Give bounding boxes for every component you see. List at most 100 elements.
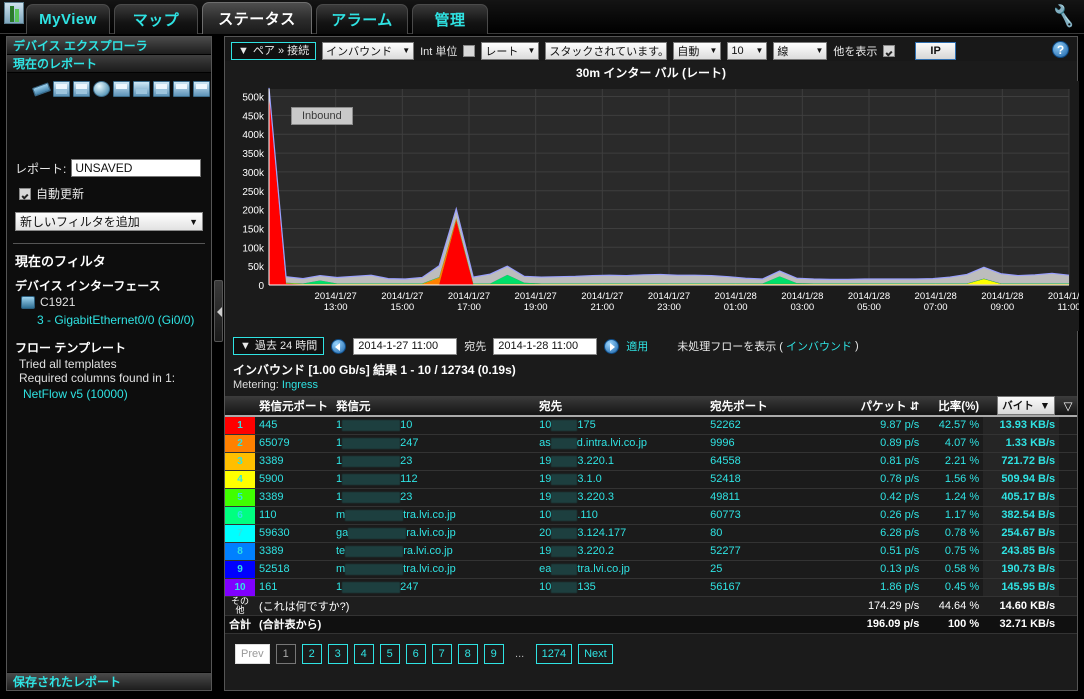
int-units-checkbox[interactable] xyxy=(463,44,476,57)
tab-map[interactable]: マップ xyxy=(114,4,198,34)
report-icon[interactable] xyxy=(153,81,170,97)
cell-dst-port[interactable]: 64558 xyxy=(706,452,843,471)
cell-src-port[interactable]: 445 xyxy=(255,416,332,435)
direction-select[interactable]: インバウンド ▼ xyxy=(322,41,415,60)
print-icon[interactable] xyxy=(113,81,130,97)
linetype-select[interactable]: 線 ▼ xyxy=(773,41,828,60)
cell-src[interactable]: m tra.lvi.co.jp xyxy=(332,506,536,525)
pagination-page-5[interactable]: 5 xyxy=(379,643,400,664)
interface-link[interactable]: 3 - GigabitEthernet0/0 (Gi0/0) xyxy=(37,313,194,327)
cell-src-port[interactable]: 110 xyxy=(255,506,332,525)
cell-dst-port[interactable]: 60773 xyxy=(706,506,843,525)
cell-dst-port[interactable]: 9996 xyxy=(706,434,843,453)
cell-src[interactable]: ga ra.lvi.co.jp xyxy=(332,524,536,543)
pagination-page-9[interactable]: 9 xyxy=(483,643,504,664)
traffic-chart[interactable]: Inbound 0 50k 100k 150k 200k 250k 300k 350k 400k… xyxy=(225,81,1084,331)
cell-dst-port[interactable]: 52418 xyxy=(706,470,843,489)
cell-dst[interactable]: 19 3.220.2 xyxy=(535,542,707,561)
pagination-page-1[interactable]: 1 xyxy=(275,643,296,664)
col-packets[interactable]: パケット ⇵ xyxy=(842,396,924,417)
table-row[interactable]: 2 65079 1 247 as d.intra.lvi.co.jp 9996 0.89 p/… xyxy=(225,434,1077,453)
cell-src[interactable]: m tra.lvi.co.jp xyxy=(332,560,536,579)
auto-select[interactable]: 自動 ▼ xyxy=(673,41,722,60)
col-dst[interactable]: 宛先 xyxy=(535,396,707,417)
table-row[interactable]: 8 3389 te ra.lvi.co.jp 19 3.220.2 52277 0.51 p/… xyxy=(225,542,1077,561)
autorefresh-checkbox[interactable] xyxy=(19,187,31,200)
cell-src[interactable]: 1 23 xyxy=(332,488,536,507)
table-row[interactable]: 3 3389 1 23 19 3.220.1 64558 0.81 p/s 2.21 % 721.… xyxy=(225,452,1077,471)
table-row[interactable]: 10 161 1 247 10 135 56167 1.86 p/s 0.45 % 145.95 … xyxy=(225,578,1077,597)
cell-src-port[interactable]: 5900 xyxy=(255,470,332,489)
table-row[interactable]: 5 3389 1 23 19 3.220.3 49811 0.42 p/s 1.24 % 405.… xyxy=(225,488,1077,507)
prev-arrow-icon[interactable] xyxy=(331,338,347,354)
save-as-icon[interactable] xyxy=(73,81,90,97)
start-date-input[interactable] xyxy=(353,337,458,355)
table-row[interactable]: 7 59630 ga ra.lvi.co.jp 20 3.124.177 80 6.28 p/… xyxy=(225,524,1077,543)
cell-dst[interactable]: 19 3.220.3 xyxy=(535,488,707,507)
table-row[interactable]: 1 445 1 10 10 175 52262 9.87 p/s 42.57 % 13.93 KB… xyxy=(225,416,1077,435)
report-name-input[interactable] xyxy=(71,159,202,177)
show-other-checkbox[interactable] xyxy=(883,44,896,57)
saved-reports-header[interactable]: 保存されたレポート xyxy=(7,672,211,690)
cell-dst-port[interactable]: 52277 xyxy=(706,542,843,561)
cell-dst[interactable]: 19 3.220.1 xyxy=(535,452,707,471)
pdf-icon[interactable] xyxy=(193,81,210,97)
cell-dst-port[interactable]: 52262 xyxy=(706,416,843,435)
cell-src[interactable]: 1 112 xyxy=(332,470,536,489)
col-src-port[interactable]: 発信元ポート xyxy=(255,396,332,417)
apply-button[interactable]: 適用 xyxy=(626,338,648,354)
col-src[interactable]: 発信元 xyxy=(332,396,536,417)
cell-dst[interactable]: 10.110 xyxy=(535,506,707,525)
time-range-button[interactable]: ▼ 過去 24 時間 xyxy=(233,337,325,355)
pagination-page-4[interactable]: 4 xyxy=(353,643,374,664)
cell-dst-port[interactable]: 49811 xyxy=(706,488,843,507)
cell-src-port[interactable]: 52518 xyxy=(255,560,332,579)
cell-dst[interactable]: 20 3.124.177 xyxy=(535,524,707,543)
pagination-last[interactable]: 1274 xyxy=(535,643,573,664)
col-bytes[interactable]: バイト ▼ xyxy=(983,396,1060,417)
cell-src-port[interactable]: 3389 xyxy=(255,452,332,471)
eraser-icon[interactable] xyxy=(31,82,52,97)
col-menu[interactable]: ▽ xyxy=(1059,396,1077,417)
end-date-input[interactable] xyxy=(493,337,598,355)
cell-src[interactable]: 1 247 xyxy=(332,434,536,453)
pagination-page-3[interactable]: 3 xyxy=(327,643,348,664)
raw-flows-direction-link[interactable]: インバウンド xyxy=(786,338,852,354)
rate-select[interactable]: レート ▼ xyxy=(481,41,540,60)
pagination-page-7[interactable]: 7 xyxy=(431,643,452,664)
bytes-sort-select[interactable]: バイト ▼ xyxy=(997,396,1056,415)
panel-splitter[interactable] xyxy=(214,280,223,342)
pair-connection-button[interactable]: ▼ ペア » 接続 xyxy=(231,41,317,60)
table-row[interactable]: 6 110 m tra.lvi.co.jp 10.110 60773 0.26 p/s 1.1… xyxy=(225,506,1077,525)
stack-select[interactable]: スタックされています。 ▼ xyxy=(545,41,683,60)
wrench-icon[interactable]: 🔧 xyxy=(1050,4,1078,30)
tab-status[interactable]: ステータス xyxy=(202,2,312,34)
cell-dst[interactable]: 10 175 xyxy=(535,416,707,435)
save-icon[interactable] xyxy=(53,81,70,97)
schedule-clock-icon[interactable] xyxy=(93,81,110,97)
cell-src-port[interactable]: 3389 xyxy=(255,542,332,561)
cell-dst-port[interactable]: 25 xyxy=(706,560,843,579)
col-dst-port[interactable]: 宛先ポート xyxy=(706,396,843,417)
cell-src-port[interactable]: 3389 xyxy=(255,488,332,507)
count-select[interactable]: 10 ▼ xyxy=(727,41,768,60)
cell-dst[interactable]: 10 135 xyxy=(535,578,707,597)
ip-button[interactable]: IP xyxy=(915,41,956,60)
other-text[interactable]: (これは何ですか?) xyxy=(255,596,843,616)
email-icon[interactable] xyxy=(173,81,190,97)
filter-caret-icon[interactable]: ▽ xyxy=(1064,401,1073,413)
cell-src[interactable]: te ra.lvi.co.jp xyxy=(332,542,536,561)
cell-src-port[interactable]: 161 xyxy=(255,578,332,597)
col-percent[interactable]: 比率(%) xyxy=(923,396,984,417)
table-row[interactable]: 9 52518 m tra.lvi.co.jp ea tra.lvi.co.jp 25 0.1… xyxy=(225,560,1077,579)
cell-dst-port[interactable]: 56167 xyxy=(706,578,843,597)
cell-dst[interactable]: as d.intra.lvi.co.jp xyxy=(535,434,707,453)
other-row[interactable]: その他 (これは何ですか?) 174.29 p/s 44.64 % 14.60 KB/s xyxy=(225,596,1077,616)
help-icon[interactable]: ? xyxy=(1052,41,1069,58)
tab-myview[interactable]: MyView xyxy=(26,4,110,34)
table-row[interactable]: 4 5900 1 112 19 3.1.0 52418 0.78 p/s 1.56 % 509.9… xyxy=(225,470,1077,489)
flow-template-link[interactable]: NetFlow v5 (10000) xyxy=(23,387,128,401)
cell-src-port[interactable]: 65079 xyxy=(255,434,332,453)
next-arrow-icon[interactable] xyxy=(604,338,620,354)
cell-src-port[interactable]: 59630 xyxy=(255,524,332,543)
